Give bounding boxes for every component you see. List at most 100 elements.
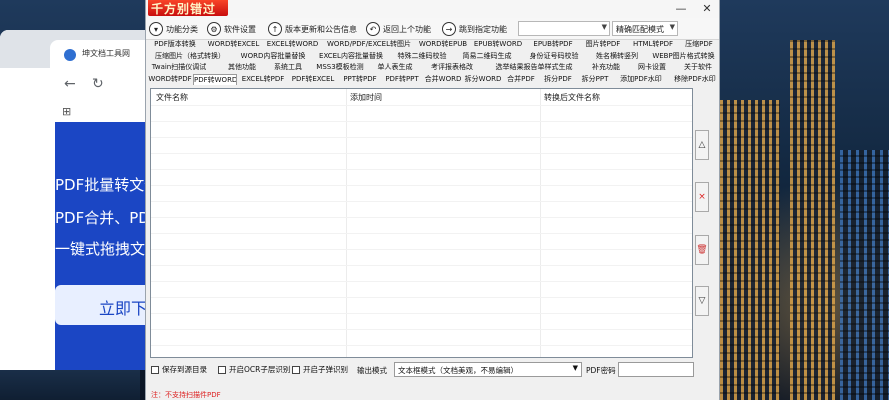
grid-row-line	[151, 169, 692, 170]
tab-split-word[interactable]: 拆分WORD	[464, 74, 502, 86]
undo-icon: ↶	[366, 22, 380, 36]
ocr-checkbox[interactable]: 开启OCR子层识别	[218, 364, 290, 375]
function-category-button[interactable]: ▾ 功能分类	[149, 21, 198, 37]
tab-qr-generate[interactable]: 简易二维码生成	[456, 51, 518, 63]
favicon-icon	[64, 49, 76, 61]
tab-word-to-epub[interactable]: WORD转EPUB	[418, 39, 468, 51]
tab-name-vertical[interactable]: 姓名横转竖列	[590, 51, 644, 63]
tab-merge-pdf[interactable]: 合并PDF	[504, 74, 538, 86]
hero-line: PDF批量转文件	[55, 176, 160, 194]
tab-add-pdf-watermark[interactable]: 添加PDF水印	[615, 74, 667, 86]
grid-row-line	[151, 201, 692, 202]
minimize-icon[interactable]: —	[670, 2, 692, 15]
browser-navbar: ← ↻	[0, 68, 160, 102]
move-up-icon[interactable]: △	[695, 130, 709, 160]
refresh-icon[interactable]: ↻	[92, 76, 104, 92]
match-mode-select[interactable]: 精确匹配模式 ▼	[612, 21, 678, 36]
column-converted-name[interactable]: 转换后文件名称	[544, 92, 600, 103]
tab-merge-word[interactable]: 合并WORD	[424, 74, 462, 86]
grid-row-line	[151, 297, 692, 298]
tab-html-to-pdf[interactable]: HTML转PDF	[628, 39, 678, 51]
function-select[interactable]: ▼	[518, 21, 610, 36]
grid-row-line	[151, 265, 692, 266]
save-to-source-checkbox[interactable]: 保存到源目录	[151, 364, 207, 375]
tab-excel-to-pdf[interactable]: EXCEL转PDF	[240, 74, 286, 86]
subpixel-checkbox[interactable]: 开启子弹识别	[292, 364, 348, 375]
file-list-grid[interactable]: 文件名称 添加时间 转换后文件名称	[150, 88, 693, 358]
tab-twain-scanner[interactable]: Twain扫描仪调试	[148, 62, 210, 74]
tab-pdf-to-excel[interactable]: PDF转EXCEL	[290, 74, 336, 86]
skyline-building	[790, 40, 835, 400]
tab-system-tools[interactable]: 系统工具	[268, 62, 308, 74]
tab-election-report[interactable]: 选举结果报告单样式生成	[486, 62, 582, 74]
tab-excel-replace[interactable]: EXCEL内容批量替换	[314, 51, 388, 63]
tab-row-1: PDF版本转换 WORD转EXCEL EXCEL转WORD WORD/PDF/E…	[148, 39, 719, 51]
options-bar: 保存到源目录 开启OCR子层识别 开启子弹识别 输出模式 文本框模式（文档美观，…	[146, 362, 719, 378]
pdf-password-input[interactable]	[618, 362, 694, 377]
back-function-button[interactable]: ↶ 返回上个功能	[366, 21, 431, 37]
checkbox-box	[292, 365, 300, 374]
tab-remove-pdf-watermark[interactable]: 移除PDF水印	[670, 74, 720, 86]
grid-row-line	[151, 217, 692, 218]
tab-epub-to-pdf[interactable]: EPUB转PDF	[528, 39, 578, 51]
tab-qr-verify[interactable]: 特殊二维码校验	[392, 51, 452, 63]
close-icon[interactable]: ✕	[696, 2, 718, 15]
hero-line: PDF合并、PD	[55, 209, 150, 227]
tab-row-4: WORD转PDF PDF转WORD EXCEL转PDF PDF转EXCEL PP…	[148, 73, 720, 86]
output-mode-select[interactable]: 文本框模式（文档美观，不易编辑） ▼	[394, 362, 582, 377]
update-notice-button[interactable]: ↑ 版本更新和公告信息	[268, 21, 357, 37]
tab-mss3-template[interactable]: MSS3模板检测	[314, 62, 366, 74]
tab-evaluation[interactable]: 考评报表格改	[424, 62, 480, 74]
software-settings-button[interactable]: ⚙ 软件设置	[207, 21, 256, 37]
tab-other-functions[interactable]: 其他功能	[222, 62, 262, 74]
tab-single-table[interactable]: 单人表生成	[372, 62, 418, 74]
tab-supplementary[interactable]: 补充功能	[586, 62, 626, 74]
checkbox-label: 保存到源目录	[162, 365, 207, 374]
toolbar-label: 跳到指定功能	[459, 24, 507, 34]
tab-word-replace[interactable]: WORD内容批量替换	[236, 51, 310, 63]
tab-word-to-pdf[interactable]: WORD转PDF	[148, 74, 192, 86]
column-added-time[interactable]: 添加时间	[350, 92, 382, 103]
tab-id-verify[interactable]: 身份证号码校验	[522, 51, 586, 63]
tab-compress-image[interactable]: 压缩图片（格式转换）	[148, 51, 232, 63]
tab-row-3: Twain扫描仪调试 其他功能 系统工具 MSS3模板检测 单人表生成 考评报表…	[148, 62, 719, 74]
grid-row-line	[151, 281, 692, 282]
delete-icon[interactable]: ×	[695, 182, 709, 212]
tab-excel-to-word[interactable]: EXCEL转WORD	[265, 39, 320, 51]
category-icon: ▾	[149, 22, 163, 36]
tab-split-pdf[interactable]: 拆分PDF	[541, 74, 575, 86]
move-down-icon[interactable]: ▽	[695, 286, 709, 316]
toolbar-label: 返回上个功能	[383, 24, 431, 34]
toolbar-label: 软件设置	[224, 24, 256, 34]
tab-compress-pdf[interactable]: 压缩PDF	[681, 39, 717, 51]
jump-function-button[interactable]: → 跳到指定功能	[442, 21, 507, 37]
grid-divider	[346, 89, 347, 357]
trash-icon[interactable]: 🗑	[695, 235, 709, 265]
grid-row-line	[151, 121, 692, 122]
grid-header: 文件名称 添加时间 转换后文件名称	[151, 89, 692, 105]
tab-webp-convert[interactable]: WEBP图片格式转换	[648, 51, 719, 63]
grid-row-line	[151, 185, 692, 186]
column-file-name[interactable]: 文件名称	[156, 92, 188, 103]
tab-epub-to-word[interactable]: EPUB转WORD	[472, 39, 524, 51]
tab-split-ppt[interactable]: 拆分PPT	[578, 74, 612, 86]
output-mode-value: 文本框模式（文档美观，不易编辑）	[398, 366, 518, 375]
back-icon[interactable]: ←	[64, 76, 76, 92]
tab-network-card[interactable]: 网卡设置	[632, 62, 672, 74]
output-mode-label: 输出模式	[357, 366, 387, 375]
tab-pdf-version[interactable]: PDF版本转换	[148, 39, 202, 51]
tab-pdf-to-word[interactable]: PDF转WORD	[193, 73, 237, 85]
checkbox-label: 开启子弹识别	[303, 365, 348, 374]
browser-tab[interactable]: 坤文档工具网	[50, 40, 160, 68]
grid-row-line	[151, 329, 692, 330]
grid-row-line	[151, 249, 692, 250]
tab-image-to-pdf[interactable]: 图片转PDF	[582, 39, 624, 51]
toolbar: ▾ 功能分类 ⚙ 软件设置 ↑ 版本更新和公告信息 ↶ 返回上个功能 → 跳到指…	[146, 18, 719, 40]
tab-word-to-excel[interactable]: WORD转EXCEL	[206, 39, 261, 51]
tab-about[interactable]: 关于软件	[678, 62, 718, 74]
tab-ppt-to-pdf[interactable]: PPT转PDF	[340, 74, 380, 86]
tab-pdf-to-ppt[interactable]: PDF转PPT	[382, 74, 422, 86]
arrow-right-icon: →	[442, 22, 456, 36]
grid-row-line	[151, 345, 692, 346]
tab-to-image[interactable]: WORD/PDF/EXCEL转图片	[324, 39, 414, 51]
